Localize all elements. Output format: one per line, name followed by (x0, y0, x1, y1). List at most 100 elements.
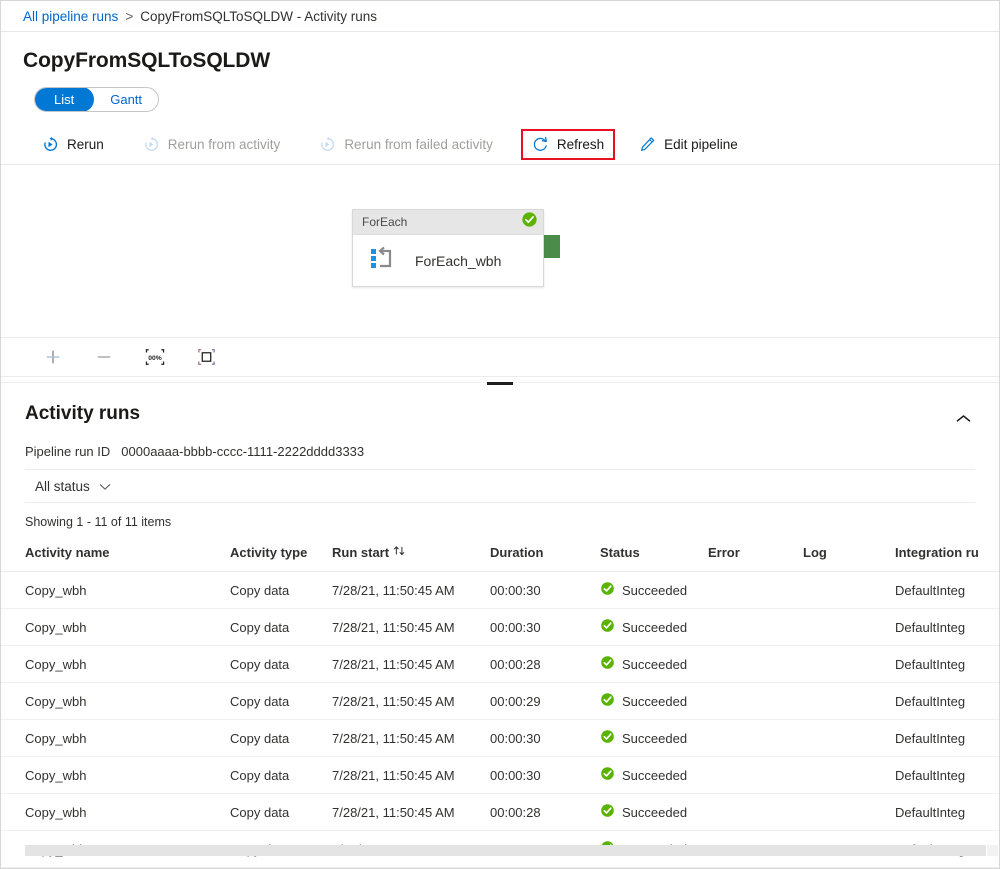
cell-log (803, 757, 895, 794)
cell-activity-type: Copy data (230, 572, 332, 609)
status-success-icon (600, 692, 615, 710)
table-horizontal-scrollbar[interactable] (25, 845, 986, 856)
tab-list[interactable]: List (34, 87, 94, 112)
node-body: ForEach_wbh (353, 235, 543, 286)
breadcrumb-all-pipeline-runs[interactable]: All pipeline runs (23, 9, 118, 24)
column-header-duration[interactable]: Duration (490, 539, 600, 572)
cell-integration-runtime: DefaultInteg (895, 683, 1000, 720)
cell-log (803, 720, 895, 757)
table-horizontal-scrollbar-thumb[interactable] (25, 845, 986, 856)
canvas-zoom-controls: 00% (1, 337, 999, 377)
panel-splitter[interactable] (1, 377, 999, 389)
activity-node-foreach[interactable]: ForEach (352, 209, 544, 287)
cell-run-start: 7/28/21, 11:50:45 AM (332, 609, 490, 646)
cell-duration: 00:00:30 (490, 572, 600, 609)
command-bar: Rerun Rerun from activity Rerun from (1, 124, 999, 165)
cell-integration-runtime: DefaultInteg (895, 646, 1000, 683)
sort-arrows-icon (393, 545, 406, 560)
column-header-log[interactable]: Log (803, 539, 895, 572)
table-row[interactable]: Copy_wbhCopy data7/28/21, 11:50:45 AM00:… (1, 757, 1000, 794)
view-toggle: List Gantt (34, 87, 159, 112)
page-title: CopyFromSQLToSQLDW (1, 32, 999, 73)
pipeline-run-id-value: 0000aaaa-bbbb-cccc-1111-2222dddd3333 (121, 444, 364, 459)
cell-run-start: 7/28/21, 11:50:45 AM (332, 720, 490, 757)
cell-activity-type: Copy data (230, 720, 332, 757)
rerun-from-activity-icon (143, 136, 160, 153)
activity-runs-table-body: Copy_wbhCopy data7/28/21, 11:50:45 AM00:… (1, 572, 1000, 869)
svg-text:00%: 00% (148, 355, 162, 362)
rerun-button[interactable]: Rerun (31, 129, 115, 160)
cell-status: Succeeded (600, 794, 708, 831)
status-label: Succeeded (622, 768, 687, 783)
column-header-run-start-label: Run start (332, 545, 389, 560)
refresh-button[interactable]: Refresh (521, 129, 615, 160)
status-label: Succeeded (622, 583, 687, 598)
table-row[interactable]: Copy_wbhCopy data7/28/21, 11:50:45 AM00:… (1, 794, 1000, 831)
cell-activity-name: Copy_wbh (1, 646, 230, 683)
status-label: Succeeded (622, 805, 687, 820)
status-success-icon (600, 803, 615, 821)
column-header-activity-name[interactable]: Activity name (1, 539, 230, 572)
table-row[interactable]: Copy_wbhCopy data7/28/21, 11:50:45 AM00:… (1, 683, 1000, 720)
status-filter-dropdown[interactable]: All status (27, 475, 119, 498)
edit-pipeline-label: Edit pipeline (664, 137, 738, 152)
cell-run-start: 7/28/21, 11:50:45 AM (332, 572, 490, 609)
cell-integration-runtime: DefaultInteg (895, 609, 1000, 646)
rerun-label: Rerun (67, 137, 104, 152)
filter-bar: All status (25, 469, 975, 503)
activity-runs-section: Activity runs Pipeline run ID 0000aaaa-b… (1, 389, 999, 869)
cell-error (708, 683, 803, 720)
cell-run-start: 7/28/21, 11:50:45 AM (332, 794, 490, 831)
cell-activity-type: Copy data (230, 794, 332, 831)
pencil-icon (639, 136, 656, 153)
cell-activity-type: Copy data (230, 646, 332, 683)
cell-log (803, 794, 895, 831)
pipeline-canvas[interactable]: ForEach (1, 165, 999, 337)
cell-duration: 00:00:28 (490, 646, 600, 683)
cell-log (803, 572, 895, 609)
refresh-icon (532, 136, 549, 153)
reset-zoom-icon[interactable]: 00% (143, 345, 167, 369)
zoom-out-button[interactable] (92, 345, 116, 369)
activity-runs-table: Activity name Activity type Run start (1, 539, 1000, 869)
cell-activity-name: Copy_wbh (1, 757, 230, 794)
status-label: Succeeded (622, 657, 687, 672)
rerun-from-failed-activity-button: Rerun from failed activity (308, 129, 504, 160)
cell-integration-runtime: DefaultInteg (895, 720, 1000, 757)
cell-error (708, 646, 803, 683)
cell-log (803, 683, 895, 720)
cell-activity-type: Copy data (230, 757, 332, 794)
rerun-icon (42, 136, 59, 153)
splitter-grip[interactable] (487, 382, 513, 385)
cell-error (708, 794, 803, 831)
fit-to-screen-icon[interactable] (194, 345, 218, 369)
cell-activity-name: Copy_wbh (1, 720, 230, 757)
column-header-integration-runtime[interactable]: Integration ru (895, 539, 1000, 572)
table-row[interactable]: Copy_wbhCopy data7/28/21, 11:50:45 AM00:… (1, 720, 1000, 757)
cell-duration: 00:00:28 (490, 794, 600, 831)
activity-runs-header: Activity runs (1, 403, 999, 433)
cell-status: Succeeded (600, 609, 708, 646)
cell-integration-runtime: DefaultInteg (895, 794, 1000, 831)
tab-gantt[interactable]: Gantt (94, 88, 158, 111)
column-header-error[interactable]: Error (708, 539, 803, 572)
chevron-up-icon[interactable] (949, 405, 977, 433)
cell-status: Succeeded (600, 757, 708, 794)
cell-status: Succeeded (600, 720, 708, 757)
cell-error (708, 609, 803, 646)
cell-duration: 00:00:30 (490, 609, 600, 646)
column-header-activity-type[interactable]: Activity type (230, 539, 332, 572)
column-header-run-start[interactable]: Run start (332, 539, 490, 572)
edit-pipeline-button[interactable]: Edit pipeline (628, 129, 749, 160)
table-row[interactable]: Copy_wbhCopy data7/28/21, 11:50:45 AM00:… (1, 572, 1000, 609)
cell-activity-name: Copy_wbh (1, 794, 230, 831)
zoom-in-button[interactable] (41, 345, 65, 369)
cell-run-start: 7/28/21, 11:50:45 AM (332, 646, 490, 683)
activity-runs-table-wrapper: Activity name Activity type Run start (1, 539, 999, 869)
cell-integration-runtime: DefaultInteg (895, 572, 1000, 609)
node-activity-name: ForEach_wbh (415, 253, 501, 269)
column-header-status[interactable]: Status (600, 539, 708, 572)
cell-log (803, 609, 895, 646)
table-row[interactable]: Copy_wbhCopy data7/28/21, 11:50:45 AM00:… (1, 609, 1000, 646)
table-row[interactable]: Copy_wbhCopy data7/28/21, 11:50:45 AM00:… (1, 646, 1000, 683)
